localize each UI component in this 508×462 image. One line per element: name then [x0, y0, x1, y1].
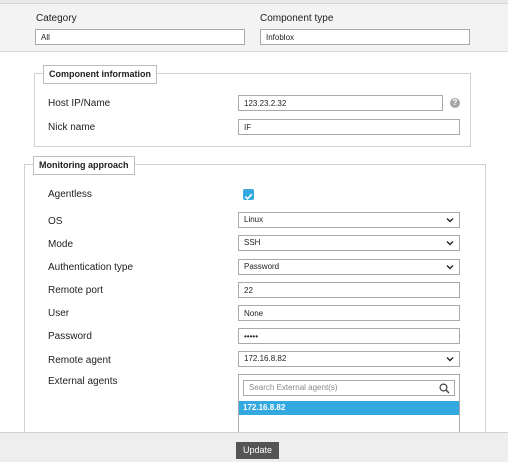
password-label: Password [48, 331, 92, 342]
external-agents-search[interactable]: Search External agent(s) [243, 380, 455, 396]
user-input[interactable]: None [238, 305, 460, 321]
mode-select[interactable]: SSH [238, 235, 460, 251]
remote-port-input[interactable]: 22 [238, 282, 460, 298]
chevron-down-icon [446, 357, 454, 362]
external-agents-label: External agents [48, 376, 118, 387]
host-ip-input[interactable]: 123.23.2.32 [238, 95, 443, 111]
user-label: User [48, 308, 70, 319]
agentless-label: Agentless [48, 189, 92, 200]
chevron-down-icon [446, 218, 454, 223]
remote-port-label: Remote port [48, 285, 104, 296]
mode-label: Mode [48, 239, 74, 250]
nick-name-label: Nick name [48, 122, 96, 133]
component-information-legend: Component information [43, 65, 157, 84]
chevron-down-icon [446, 241, 454, 246]
remote-agent-select[interactable]: 172.16.8.82 [238, 351, 460, 367]
category-label: Category [36, 13, 77, 24]
remote-agent-select-value: 172.16.8.82 [244, 354, 287, 363]
checkmark-icon [244, 193, 253, 200]
external-agents-search-placeholder: Search External agent(s) [249, 383, 338, 392]
agentless-checkbox[interactable] [243, 189, 254, 200]
search-icon[interactable] [439, 383, 450, 394]
monitoring-approach-legend: Monitoring approach [33, 156, 135, 175]
auth-type-select[interactable]: Password [238, 259, 460, 275]
nick-name-input[interactable]: IF [238, 119, 460, 135]
update-button[interactable]: Update [236, 442, 279, 459]
component-type-label: Component type [260, 13, 334, 24]
category-field[interactable]: All [35, 29, 245, 45]
auth-type-select-value: Password [244, 262, 280, 271]
host-ip-label: Host IP/Name [48, 98, 111, 109]
help-icon[interactable]: ? [450, 98, 460, 108]
os-select-value: Linux [244, 215, 264, 224]
chevron-down-icon [446, 265, 454, 270]
auth-type-label: Authentication type [48, 262, 134, 273]
os-label: OS [48, 216, 63, 227]
remote-agent-label: Remote agent [48, 355, 111, 366]
password-input[interactable]: ••••• [238, 328, 460, 344]
os-select[interactable]: Linux [238, 212, 460, 228]
mode-select-value: SSH [244, 238, 261, 247]
component-type-field[interactable]: Infoblox [260, 29, 470, 45]
external-agent-option[interactable]: 172.16.8.82 [239, 401, 459, 415]
